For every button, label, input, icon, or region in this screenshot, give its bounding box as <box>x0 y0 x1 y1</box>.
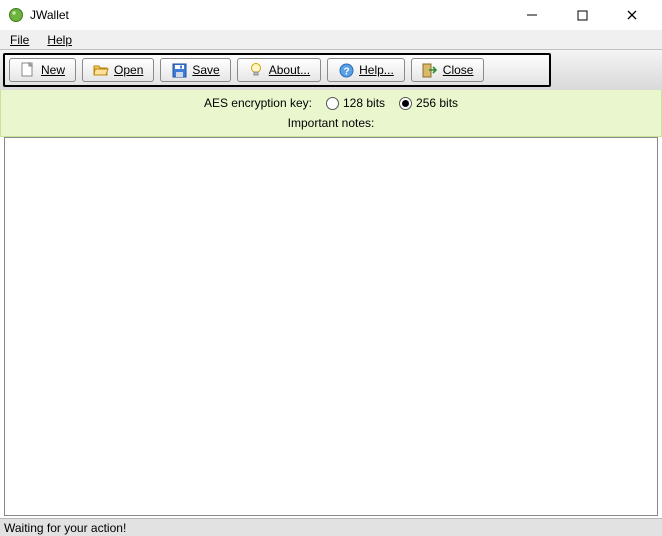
save-button-label: Save <box>192 63 219 77</box>
toolbar-container: New Open Save About... ? Help... <box>0 50 662 90</box>
minimize-button[interactable] <box>518 3 546 27</box>
close-window-button[interactable] <box>618 3 646 27</box>
notes-heading: Important notes: <box>288 116 375 130</box>
help-icon: ? <box>338 62 354 78</box>
encryption-row: AES encryption key: 128 bits 256 bits <box>204 96 458 110</box>
close-button[interactable]: Close <box>411 58 485 82</box>
notes-textarea[interactable] <box>4 137 658 516</box>
floppy-disk-icon <box>171 62 187 78</box>
folder-open-icon <box>93 62 109 78</box>
app-title: JWallet <box>30 8 69 22</box>
encryption-label: AES encryption key: <box>204 96 312 110</box>
close-button-label: Close <box>443 63 474 77</box>
radio-icon <box>399 97 412 110</box>
toolbar: New Open Save About... ? Help... <box>3 53 551 87</box>
radio-128-bits[interactable]: 128 bits <box>326 96 385 110</box>
menu-help[interactable]: Help <box>41 32 78 48</box>
radio-256-bits[interactable]: 256 bits <box>399 96 458 110</box>
status-text: Waiting for your action! <box>4 521 126 535</box>
app-icon <box>8 7 24 23</box>
menu-file[interactable]: File <box>4 32 35 48</box>
save-button[interactable]: Save <box>160 58 230 82</box>
radio-icon <box>326 97 339 110</box>
window-controls <box>518 3 654 27</box>
about-button[interactable]: About... <box>237 58 321 82</box>
help-button[interactable]: ? Help... <box>327 58 405 82</box>
exit-icon <box>422 62 438 78</box>
status-bar: Waiting for your action! <box>0 518 662 536</box>
radio-256-label: 256 bits <box>416 96 458 110</box>
open-button-label: Open <box>114 63 143 77</box>
titlebar: JWallet <box>0 0 662 30</box>
svg-text:?: ? <box>343 66 349 77</box>
help-button-label: Help... <box>359 63 394 77</box>
about-button-label: About... <box>269 63 310 77</box>
lightbulb-icon <box>248 62 264 78</box>
menubar: File Help <box>0 30 662 50</box>
new-button-label: New <box>41 63 65 77</box>
radio-128-label: 128 bits <box>343 96 385 110</box>
open-button[interactable]: Open <box>82 58 154 82</box>
info-panel: AES encryption key: 128 bits 256 bits Im… <box>0 90 662 137</box>
maximize-button[interactable] <box>568 3 596 27</box>
new-button[interactable]: New <box>9 58 76 82</box>
new-file-icon <box>20 62 36 78</box>
